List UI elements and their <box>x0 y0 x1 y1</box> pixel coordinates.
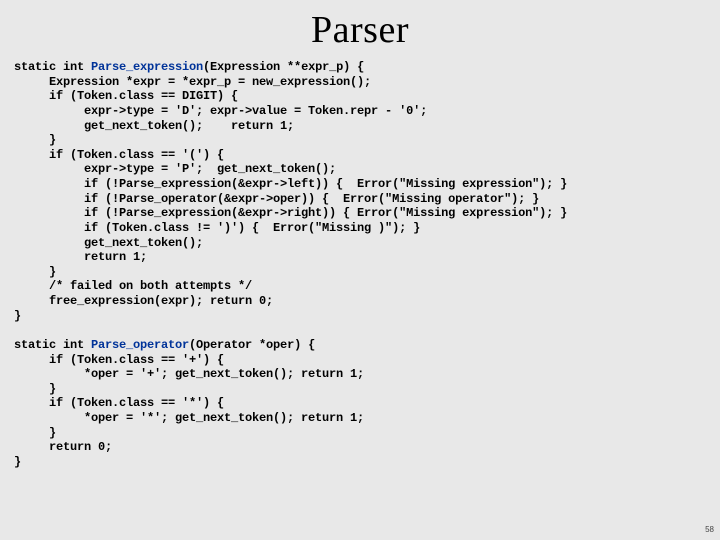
code-line: static int <box>14 338 91 352</box>
code-line: if (!Parse_operator(&expr->oper)) { Erro… <box>14 192 539 206</box>
code-line: } <box>14 455 21 469</box>
code-line: } <box>14 426 56 440</box>
code-line: } <box>14 382 56 396</box>
code-line: (Operator *oper) { <box>189 338 315 352</box>
code-line: } <box>14 309 21 323</box>
code-line: free_expression(expr); return 0; <box>14 294 273 308</box>
code-line: expr->type = 'P'; get_next_token(); <box>14 162 336 176</box>
code-line: return 1; <box>14 250 147 264</box>
code-line: } <box>14 265 56 279</box>
code-line: if (!Parse_expression(&expr->left)) { Er… <box>14 177 567 191</box>
code-line: (Expression **expr_p) { <box>203 60 364 74</box>
code-line: if (!Parse_expression(&expr->right)) { E… <box>14 206 567 220</box>
code-line: if (Token.class != ')') { Error("Missing… <box>14 221 420 235</box>
code-line: if (Token.class == '(') { <box>14 148 224 162</box>
code-line: /* failed on both attempts */ <box>14 279 252 293</box>
code-line: if (Token.class == DIGIT) { <box>14 89 238 103</box>
slide-title: Parser <box>14 8 706 52</box>
code-line: } <box>14 133 56 147</box>
function-name: Parse_expression <box>91 60 203 74</box>
function-name: Parse_operator <box>91 338 189 352</box>
code-line: get_next_token(); return 1; <box>14 119 294 133</box>
code-line: *oper = '+'; get_next_token(); return 1; <box>14 367 364 381</box>
slide: Parser static int Parse_expression(Expre… <box>0 0 720 540</box>
code-line: return 0; <box>14 440 112 454</box>
code-line: expr->type = 'D'; expr->value = Token.re… <box>14 104 427 118</box>
code-block-1: static int Parse_expression(Expression *… <box>14 60 706 470</box>
code-line: *oper = '*'; get_next_token(); return 1; <box>14 411 364 425</box>
code-line: Expression *expr = *expr_p = new_express… <box>14 75 371 89</box>
code-line: if (Token.class == '*') { <box>14 396 224 410</box>
code-line: get_next_token(); <box>14 236 203 250</box>
page-number: 58 <box>705 525 714 534</box>
code-line: static int <box>14 60 91 74</box>
code-line: if (Token.class == '+') { <box>14 353 224 367</box>
